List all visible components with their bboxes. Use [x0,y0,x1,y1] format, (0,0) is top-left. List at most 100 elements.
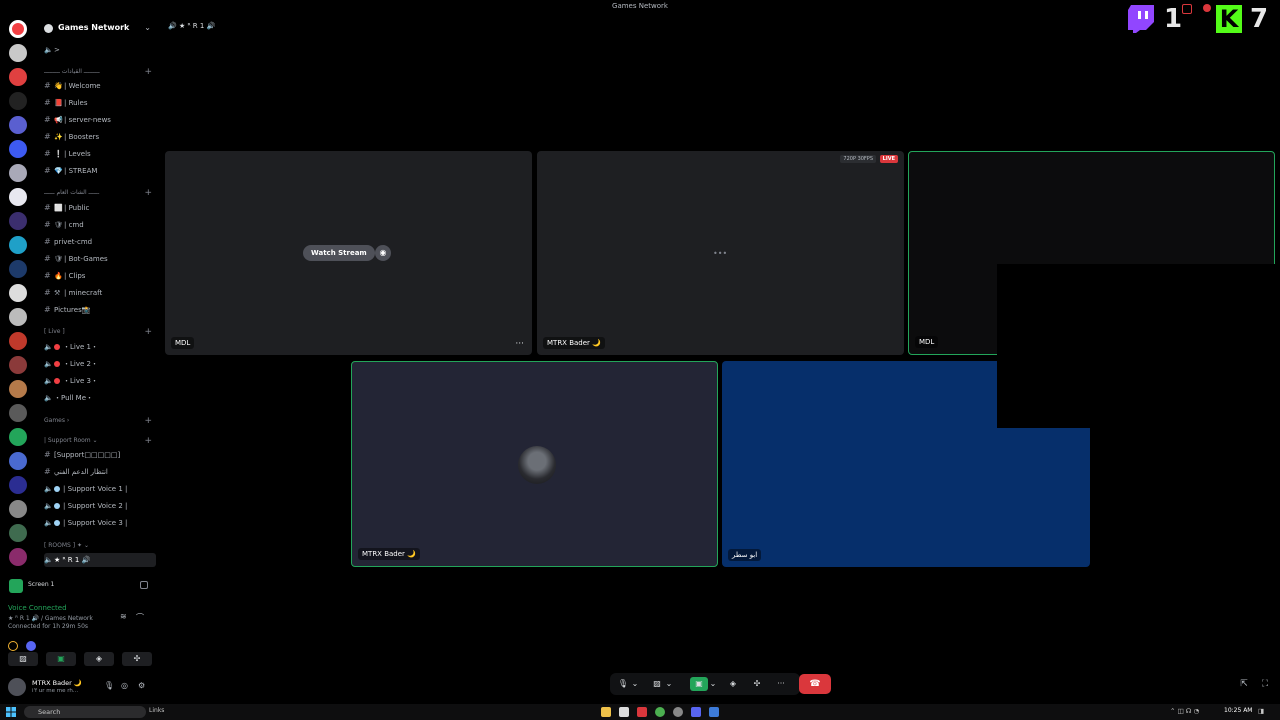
screen-share-button[interactable]: ▣ [690,677,708,691]
voice-channel[interactable]: 🔈> [44,43,156,57]
popout-icon[interactable] [140,581,148,589]
server-icon[interactable] [9,524,27,542]
text-channel[interactable]: # ✨| Boosters [44,130,156,144]
app-icon[interactable] [637,707,647,717]
app-icon[interactable] [673,707,683,717]
server-icon[interactable] [9,212,27,230]
microphone-icon[interactable]: 🎙 [104,681,114,690]
text-channel[interactable]: # 🛡| Bot-Games [44,252,156,266]
server-icon[interactable] [9,404,27,422]
channel-category[interactable]: [ ROOMS ] ✦ ⌄ [44,539,156,553]
server-icon[interactable] [9,428,27,446]
discord-icon[interactable] [691,707,701,717]
user-tile[interactable]: MTRX Bader 🌙 [351,361,718,567]
watch-stream-button[interactable]: Watch Stream [303,245,375,261]
text-channel[interactable]: # [Support□□□□□] [44,448,156,462]
hangup-button[interactable]: ☎ [799,674,831,694]
server-icon[interactable] [9,236,27,254]
add-channel-icon[interactable]: + [144,325,152,339]
voice-channel[interactable]: 🔈 | Support Voice 3 | [44,516,156,530]
channel-category[interactable]: [ Live ] + [44,325,156,339]
server-icon[interactable] [9,284,27,302]
text-channel[interactable]: # 🛡| cmd [44,218,156,232]
text-channel[interactable]: # ❕| Levels [44,147,156,161]
server-icon[interactable] [9,92,27,110]
text-channel[interactable]: # 👋| Welcome [44,79,156,93]
app-icon[interactable] [619,707,629,717]
stream-preview-icon[interactable]: ◉ [375,245,391,261]
screen-share-panel[interactable]: Screen 1 [4,578,154,594]
activities-button[interactable]: ◈ [84,652,114,666]
server-icon[interactable] [9,356,27,374]
server-icon[interactable] [9,20,27,38]
channel-category[interactable]: ــــــ الشات العام ــــــ + [44,186,156,200]
file-explorer-icon[interactable] [601,707,611,717]
server-icon[interactable] [9,68,27,86]
headphones-icon[interactable]: ◎ [121,681,128,690]
stream-tile[interactable]: 720P 30FPS LIVE ••• MTRX Bader 🌙 [537,151,904,355]
more-options-icon[interactable]: ··· [774,677,788,691]
server-icon[interactable] [9,548,27,566]
fullscreen-icon[interactable]: ⛶ [1259,678,1271,690]
add-channel-icon[interactable]: + [144,65,152,79]
channel-category[interactable]: | Support Room ⌄ + [44,434,156,448]
popout-icon[interactable]: ⇱ [1238,678,1250,690]
text-channel[interactable]: # ⚒ | minecraft [44,286,156,300]
activity-icon[interactable] [8,641,18,651]
windows-icon[interactable] [6,707,16,717]
text-channel[interactable]: # 💎| STREAM [44,164,156,178]
gear-icon[interactable]: ⚙ [138,681,145,690]
server-icon[interactable] [9,380,27,398]
voice-channel[interactable]: 🔈★ ᴿ R 1 🔊 [44,553,156,567]
server-icon[interactable] [9,452,27,470]
chevron-down-icon[interactable]: ⌄ [664,677,674,691]
more-options-icon[interactable]: ··· [515,339,524,349]
text-channel[interactable]: # privet-cmd [44,235,156,249]
stream-tile[interactable]: Watch Stream ◉ MDL ··· [165,151,532,355]
activities-icon[interactable]: ◈ [726,677,740,691]
voice-channel[interactable]: 🔈・Pull Me・ [44,391,156,405]
text-channel[interactable]: # 🔥| Clips [44,269,156,283]
user-panel[interactable]: MTRX Bader 🌙 i'f ur me me rh... 🎙 ◎ ⚙ [4,676,154,698]
tray-icons[interactable]: ⌃ ◫ ☊ ◔ [1170,707,1199,715]
app-icon[interactable] [709,707,719,717]
camera-off-icon[interactable]: ▨ [8,652,38,666]
avatar[interactable] [8,678,26,696]
voice-channel[interactable]: 🔈 ・Live 2・ [44,357,156,371]
chrome-icon[interactable] [655,707,665,717]
links-label[interactable]: Links [149,707,164,714]
disconnect-icon[interactable]: ⌒ [136,612,146,622]
server-icon[interactable] [9,476,27,494]
text-channel[interactable]: # انتظار الدعم الفني [44,465,156,479]
voice-channel[interactable]: 🔈 | Support Voice 1 | [44,482,156,496]
text-channel[interactable]: # 📕| Rules [44,96,156,110]
add-channel-icon[interactable]: + [144,414,152,428]
channel-category[interactable]: ـــــــــ القيادات ـــــــــ + [44,65,156,79]
add-channel-icon[interactable]: + [144,434,152,448]
channel-category[interactable]: Games › + [44,414,156,428]
server-icon[interactable] [9,140,27,158]
server-icon[interactable] [9,260,27,278]
screen-share-button[interactable]: ▣ [46,652,76,666]
noise-suppression-icon[interactable]: ≋ [120,612,130,622]
soundboard-icon[interactable]: ✣ [750,677,764,691]
taskbar-search[interactable]: Search [24,706,146,718]
server-icon[interactable] [9,116,27,134]
voice-channel[interactable]: 🔈 ・Live 3・ [44,374,156,388]
voice-channel-path[interactable]: ★ ᴿ R 1 🔊 / Games Network [8,615,93,622]
camera-off-icon[interactable]: ▨ [650,677,664,691]
voice-channel[interactable]: 🔈 ・Live 1・ [44,340,156,354]
soundboard-button[interactable]: ✣ [122,652,152,666]
chevron-down-icon[interactable]: ⌄ [630,677,640,691]
voice-channel[interactable]: 🔈 | Support Voice 2 | [44,499,156,513]
app-icon[interactable] [26,641,37,651]
text-channel[interactable]: # 📢| server-news [44,113,156,127]
text-channel[interactable]: # Pictures📸 [44,303,156,317]
chevron-down-icon[interactable]: ⌄ [708,677,718,691]
microphone-icon[interactable]: 🎙 [616,677,630,691]
notification-icon[interactable]: ◨ [1258,707,1264,715]
add-channel-icon[interactable]: + [144,186,152,200]
voice-status[interactable]: Voice Connected [8,604,67,612]
server-icon[interactable] [9,44,27,62]
guild-header[interactable]: Games Network ⌄ [36,20,158,38]
